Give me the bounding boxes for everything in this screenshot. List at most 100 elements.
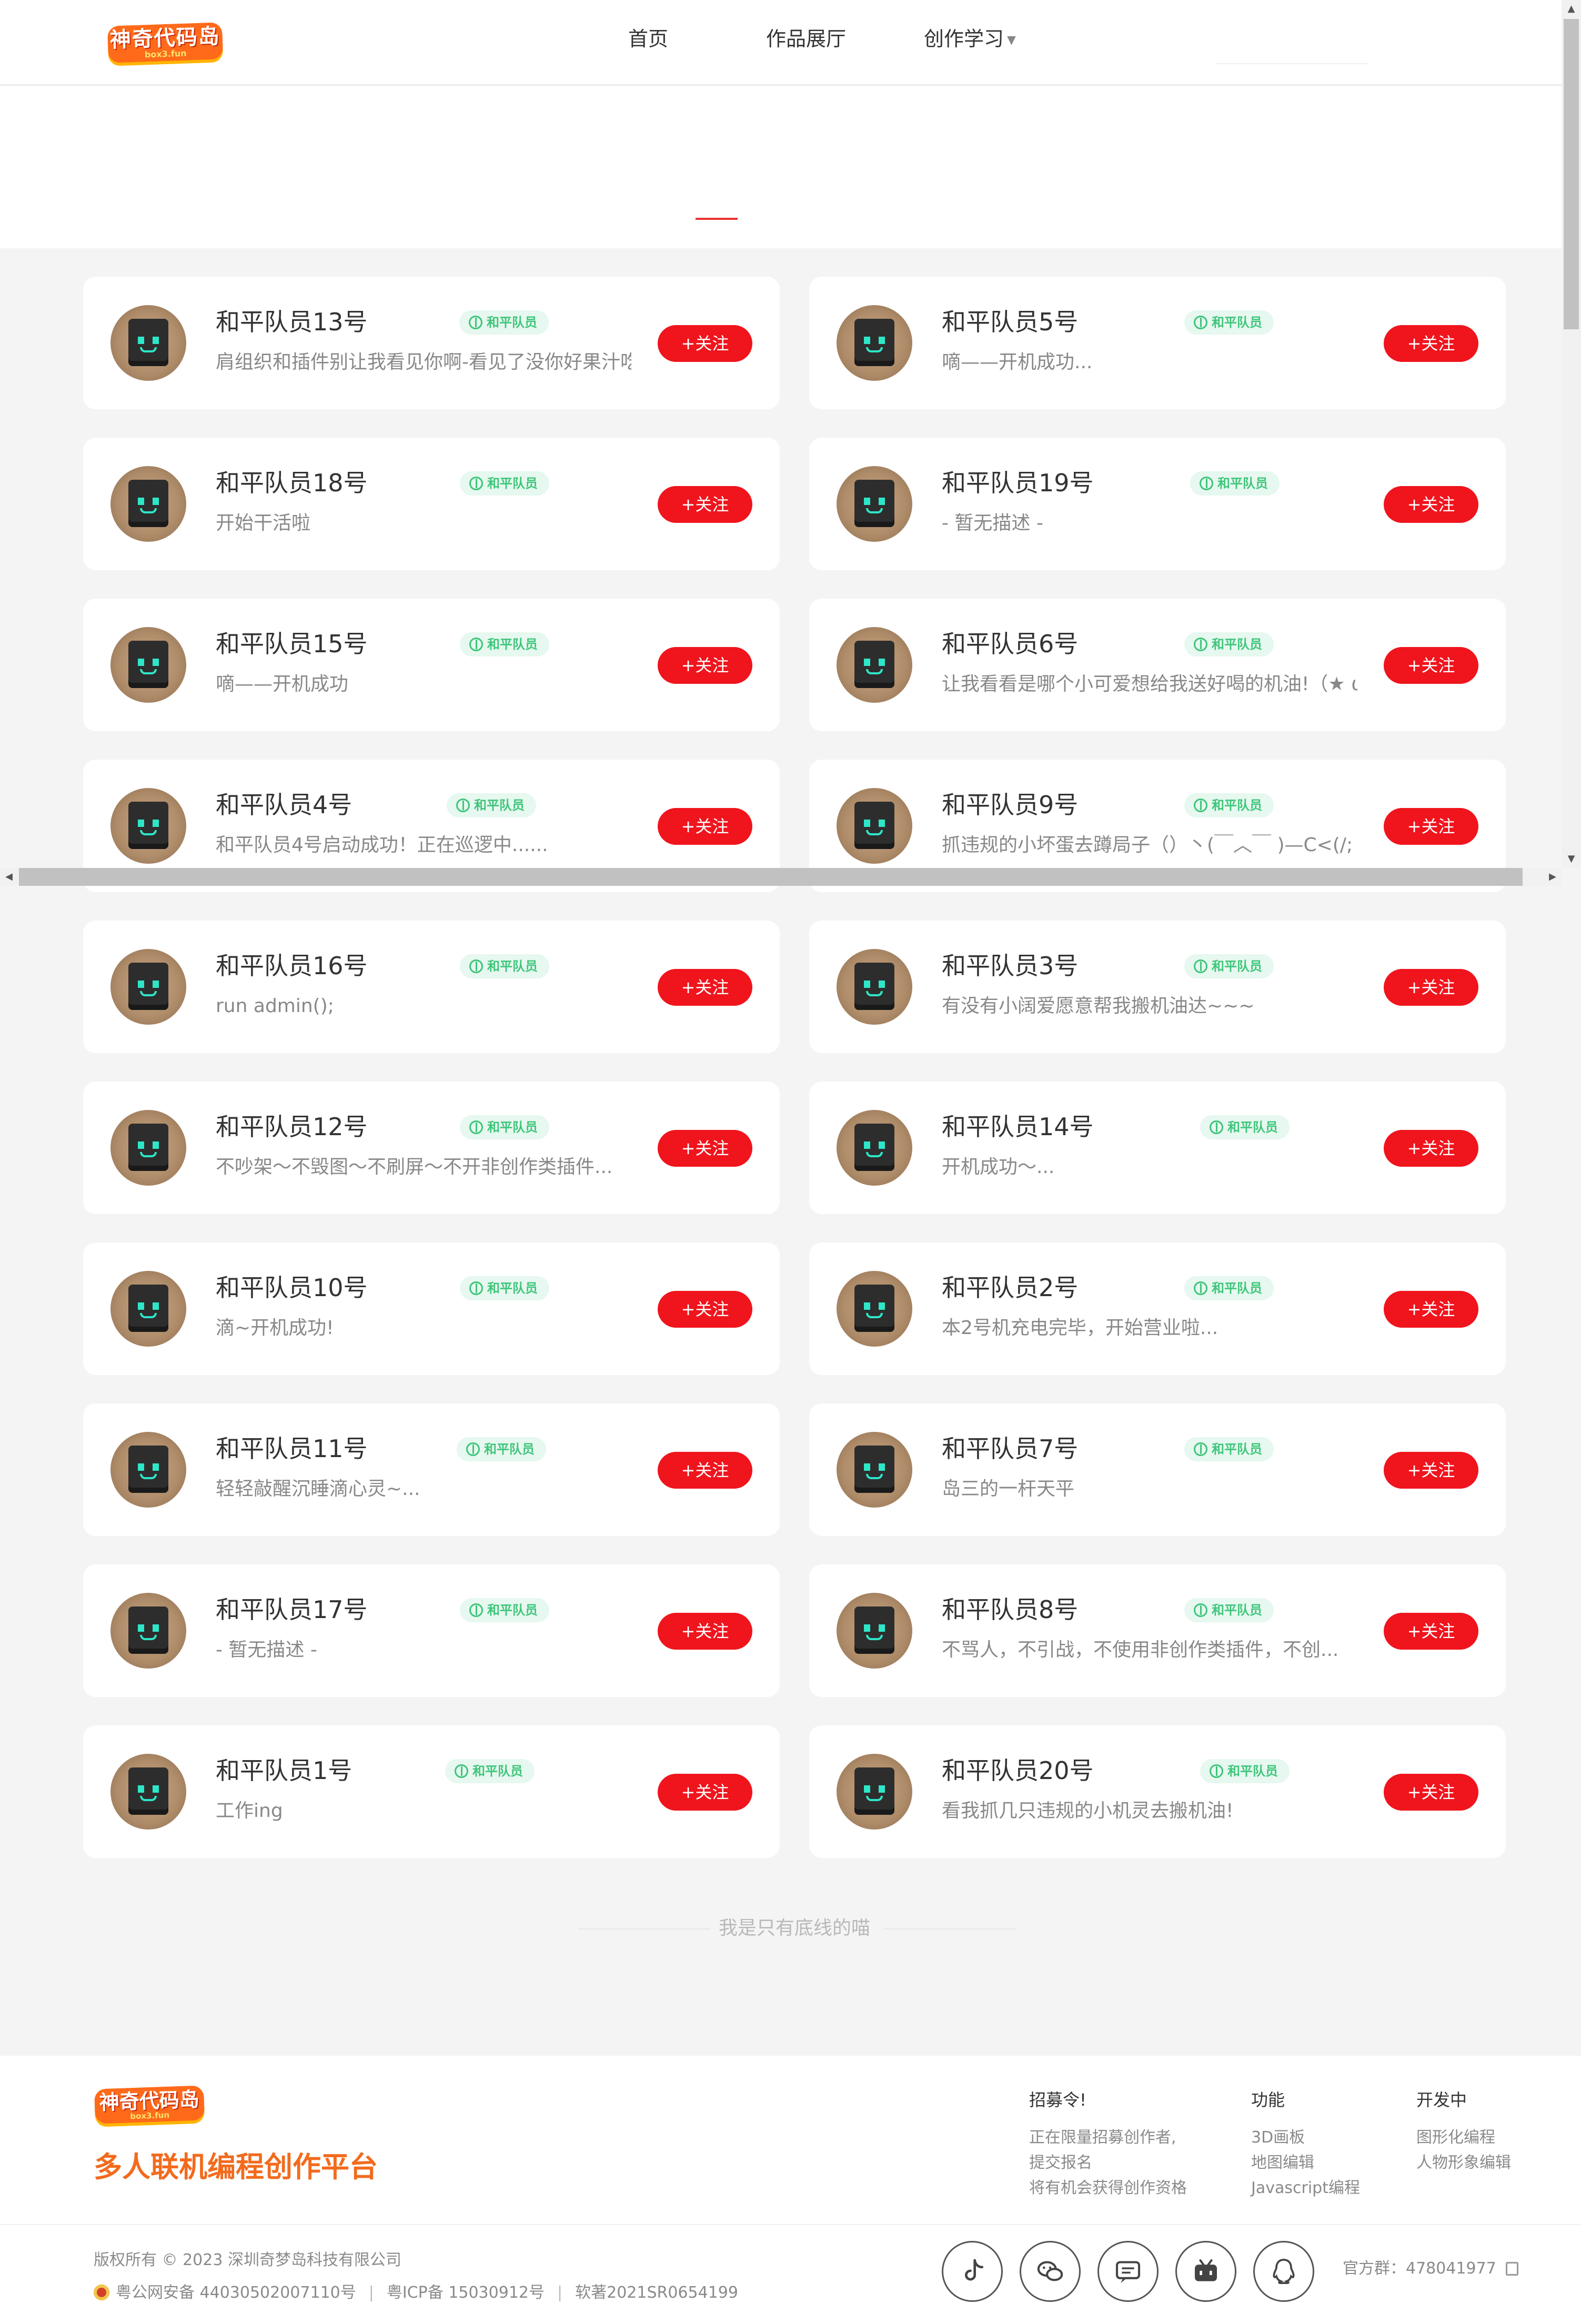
follow-button[interactable]: +关注 (1384, 647, 1478, 684)
user-card[interactable]: 和平队员5号 和平队员 嘀——开机成功... +关注 (809, 277, 1506, 409)
avatar[interactable] (837, 788, 912, 864)
avatar[interactable] (110, 1593, 186, 1669)
user-name[interactable]: 和平队员9号 (942, 789, 1078, 821)
copy-icon[interactable] (1505, 2262, 1518, 2276)
user-name[interactable]: 和平队员6号 (942, 628, 1078, 660)
scroll-right-icon[interactable]: ▶ (1544, 868, 1562, 886)
avatar[interactable] (110, 466, 186, 542)
user-name[interactable]: 和平队员7号 (942, 1433, 1078, 1464)
qq-icon[interactable] (1253, 2241, 1314, 2302)
wechat-icon[interactable] (1020, 2241, 1081, 2302)
user-name[interactable]: 和平队员13号 (216, 306, 368, 338)
avatar[interactable] (837, 1271, 912, 1347)
avatar[interactable] (837, 1754, 912, 1830)
avatar[interactable] (837, 1593, 912, 1669)
follow-button[interactable]: +关注 (1384, 1130, 1478, 1167)
user-card[interactable]: 和平队员14号 和平队员 开机成功～... +关注 (809, 1082, 1506, 1214)
follow-button[interactable]: +关注 (1384, 1774, 1478, 1811)
avatar[interactable] (110, 1271, 186, 1347)
user-name[interactable]: 和平队员18号 (216, 467, 368, 499)
footer-link[interactable]: 人物形象编辑 (1416, 2150, 1511, 2176)
user-name[interactable]: 和平队员15号 (216, 628, 368, 660)
follow-button[interactable]: +关注 (658, 1774, 752, 1811)
user-card[interactable]: 和平队员15号 和平队员 嘀——开机成功 +关注 (83, 599, 780, 731)
vertical-scroll-thumb[interactable] (1564, 19, 1579, 329)
avatar[interactable] (837, 466, 912, 542)
follow-button[interactable]: +关注 (1384, 486, 1478, 523)
vertical-scrollbar[interactable]: ▲ ▼ (1562, 0, 1581, 868)
avatar[interactable] (110, 788, 186, 864)
follow-button[interactable]: +关注 (1384, 1613, 1478, 1650)
user-name[interactable]: 和平队员12号 (216, 1111, 368, 1143)
follow-button[interactable]: +关注 (658, 969, 752, 1006)
user-name[interactable]: 和平队员19号 (942, 467, 1094, 499)
douyin-icon[interactable] (942, 2241, 1003, 2302)
follow-button[interactable]: +关注 (658, 1130, 752, 1167)
user-card[interactable]: 和平队员8号 和平队员 不骂人，不引战，不使用非创作类插件，不创... +关注 (809, 1564, 1506, 1697)
follow-button[interactable]: +关注 (1384, 808, 1478, 845)
follow-button[interactable]: +关注 (658, 486, 752, 523)
user-card[interactable]: 和平队员20号 和平队员 看我抓几只违规的小机灵去搬机油! +关注 (809, 1725, 1506, 1858)
nav-learn[interactable]: 创作学习 ▼ (924, 23, 1016, 55)
follow-button[interactable]: +关注 (658, 647, 752, 684)
avatar[interactable] (837, 1432, 912, 1508)
follow-button[interactable]: +关注 (658, 1291, 752, 1328)
user-card[interactable]: 和平队员17号 和平队员 - 暂无描述 - +关注 (83, 1564, 780, 1697)
avatar[interactable] (837, 949, 912, 1025)
user-card[interactable]: 和平队员1号 和平队员 工作ing +关注 (83, 1725, 780, 1858)
user-name[interactable]: 和平队员11号 (216, 1433, 368, 1464)
user-name[interactable]: 和平队员17号 (216, 1594, 368, 1625)
user-card[interactable]: 和平队员7号 和平队员 岛三的一杆天平 +关注 (809, 1403, 1506, 1536)
user-card[interactable]: 和平队员6号 和平队员让我看看是哪个小可爱想给我送好喝的机油!（★ ω ★） +关注 (809, 599, 1506, 731)
follow-button[interactable]: +关注 (658, 325, 752, 362)
user-card[interactable]: 和平队员18号 和平队员 开始干活啦 +关注 (83, 438, 780, 570)
footer-link[interactable]: 图形化编程 (1416, 2125, 1511, 2150)
user-card[interactable]: 和平队员10号 和平队员 滴~开机成功! +关注 (83, 1242, 780, 1375)
user-name[interactable]: 和平队员14号 (942, 1111, 1094, 1143)
beian-police[interactable]: 粤公网安备 44030502007110号 (116, 2283, 356, 2302)
user-name[interactable]: 和平队员2号 (942, 1272, 1078, 1304)
user-name[interactable]: 和平队员4号 (216, 789, 352, 821)
nav-gallery[interactable]: 作品展厅 (766, 23, 846, 55)
user-name[interactable]: 和平队员20号 (942, 1755, 1094, 1786)
avatar[interactable] (110, 1432, 186, 1508)
user-name[interactable]: 和平队员1号 (216, 1755, 352, 1786)
user-card[interactable]: 和平队员12号 和平队员 不吵架～不毁图～不刷屏～不开非创作类插件... +关注 (83, 1082, 780, 1214)
footer-link[interactable]: Javascript编程 (1251, 2176, 1360, 2201)
user-name[interactable]: 和平队员10号 (216, 1272, 368, 1304)
follow-button[interactable]: +关注 (658, 1613, 752, 1650)
user-card[interactable]: 和平队员16号 和平队员 run admin(); +关注 (83, 921, 780, 1053)
user-card[interactable]: 和平队员2号 和平队员 本2号机充电完毕，开始营业啦... +关注 (809, 1242, 1506, 1375)
beian-icp[interactable]: 粤ICP备 15030912号 (387, 2283, 545, 2302)
avatar[interactable] (837, 627, 912, 703)
follow-button[interactable]: +关注 (1384, 1452, 1478, 1489)
user-name[interactable]: 和平队员16号 (216, 950, 368, 982)
user-card[interactable]: 和平队员11号 和平队员 轻轻敲醒沉睡滴心灵~... +关注 (83, 1403, 780, 1536)
user-card[interactable]: 和平队员13号 和平队员 肩组织和插件别让我看见你啊-看见了没你好果汁吃 +关注 (83, 277, 780, 409)
scroll-left-icon[interactable]: ◀ (0, 868, 18, 886)
footer-link[interactable]: 将有机会获得创作资格 (1029, 2176, 1187, 2201)
user-card[interactable]: 和平队员19号 和平队员 - 暂无描述 - +关注 (809, 438, 1506, 570)
avatar[interactable] (110, 305, 186, 381)
footer-link[interactable]: 提交报名 (1029, 2150, 1187, 2176)
footer-link[interactable]: 3D画板 (1251, 2125, 1360, 2150)
user-name[interactable]: 和平队员8号 (942, 1594, 1078, 1625)
footer-logo[interactable]: 神奇代码岛 box3.fun (94, 2085, 205, 2124)
user-name[interactable]: 和平队员5号 (942, 306, 1078, 338)
footer-link[interactable]: 正在限量招募创作者, (1029, 2125, 1187, 2150)
user-name[interactable]: 和平队员3号 (942, 950, 1078, 982)
avatar[interactable] (110, 1754, 186, 1830)
nav-home[interactable]: 首页 (628, 23, 668, 55)
user-card[interactable]: 和平队员3号 和平队员 有没有小阔爱愿意帮我搬机油达~~~ +关注 (809, 921, 1506, 1053)
follow-button[interactable]: +关注 (658, 1452, 752, 1489)
horizontal-scroll-thumb[interactable] (19, 868, 1523, 886)
avatar[interactable] (837, 305, 912, 381)
avatar[interactable] (110, 1110, 186, 1186)
avatar[interactable] (110, 949, 186, 1025)
follow-button[interactable]: +关注 (1384, 969, 1478, 1006)
avatar[interactable] (110, 627, 186, 703)
footer-link[interactable]: 地图编辑 (1251, 2150, 1360, 2176)
chat-bubble-icon[interactable] (1097, 2241, 1159, 2302)
follow-button[interactable]: +关注 (1384, 325, 1478, 362)
bilibili-icon[interactable] (1175, 2241, 1236, 2302)
